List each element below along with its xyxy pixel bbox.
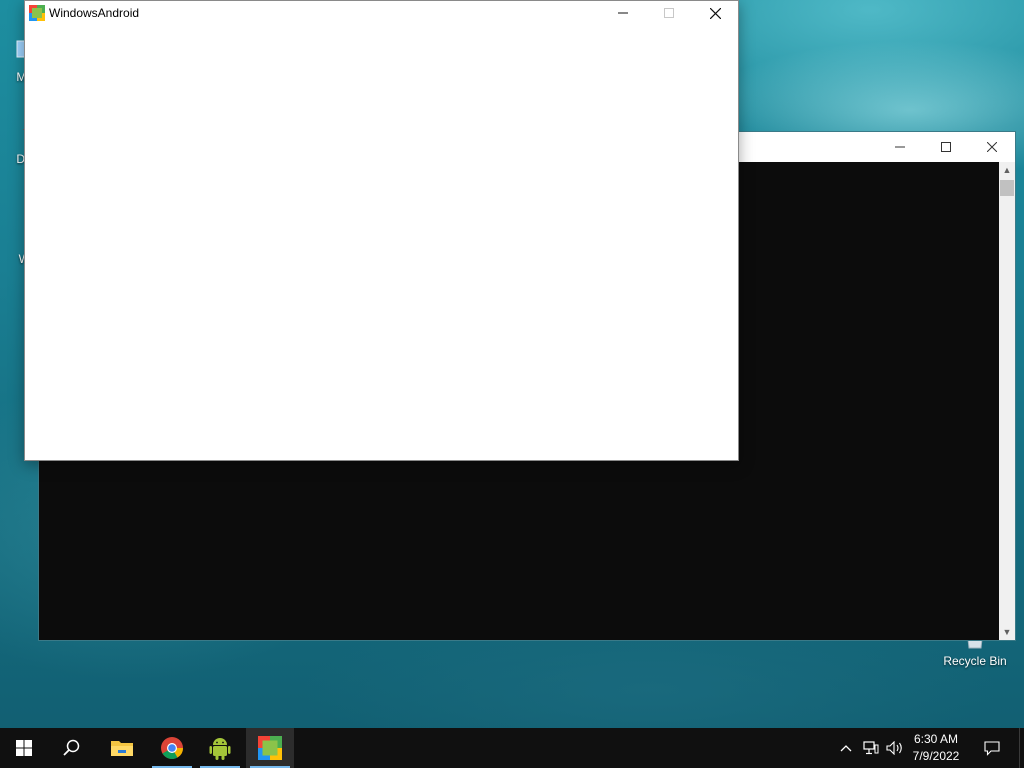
taskbar-chrome[interactable] [148, 728, 196, 768]
app-maximize-button[interactable] [646, 1, 692, 25]
close-icon [709, 7, 721, 19]
volume-icon [886, 741, 902, 755]
tray-overflow-button[interactable] [836, 728, 856, 768]
clock-time: 6:30 AM [913, 732, 959, 746]
app-close-button[interactable] [692, 1, 738, 25]
windowsandroid-window[interactable]: WindowsAndroid [24, 0, 739, 461]
console-minimize-button[interactable] [877, 132, 923, 162]
maximize-icon [941, 142, 951, 152]
maximize-icon [664, 8, 674, 18]
desktop-icon-label: Recycle Bin [943, 654, 1007, 668]
console-scrollbar[interactable]: ▲ ▼ [999, 162, 1015, 640]
notification-icon [984, 740, 1000, 756]
tray-volume-button[interactable] [884, 728, 906, 768]
console-close-button[interactable] [969, 132, 1015, 162]
show-desktop-button[interactable] [1019, 728, 1024, 768]
scrollbar-thumb[interactable] [1000, 180, 1014, 196]
search-button[interactable] [48, 728, 96, 768]
taskbar-android[interactable] [196, 728, 244, 768]
taskbar-file-explorer[interactable] [98, 728, 146, 768]
android-icon [209, 738, 231, 760]
action-center-button[interactable] [976, 728, 1008, 768]
taskbar-windowsandroid[interactable] [246, 728, 294, 768]
taskbar: 6:30 AM 7/9/2022 [0, 728, 1024, 768]
close-icon [987, 142, 997, 152]
app-window-title: WindowsAndroid [49, 6, 140, 20]
console-maximize-button[interactable] [923, 132, 969, 162]
app-content-area[interactable] [25, 25, 738, 460]
clock-date: 7/9/2022 [912, 749, 960, 763]
chevron-up-icon [840, 745, 852, 752]
windows-start-icon [16, 740, 32, 756]
scroll-up-arrow-icon[interactable]: ▲ [999, 162, 1015, 178]
search-icon [63, 739, 80, 756]
app-minimize-button[interactable] [600, 1, 646, 25]
minimize-icon [618, 12, 628, 14]
network-icon [863, 741, 879, 755]
scroll-down-arrow-icon[interactable]: ▼ [999, 624, 1015, 640]
taskbar-clock[interactable]: 6:30 AM 7/9/2022 [908, 731, 964, 765]
windowsandroid-app-icon [29, 5, 45, 21]
chrome-icon [161, 737, 183, 759]
start-button[interactable] [0, 728, 48, 768]
tray-network-button[interactable] [860, 728, 882, 768]
folder-icon [111, 741, 133, 756]
windowsandroid-app-icon [258, 736, 282, 760]
app-titlebar[interactable]: WindowsAndroid [25, 1, 738, 25]
minimize-icon [895, 146, 905, 148]
